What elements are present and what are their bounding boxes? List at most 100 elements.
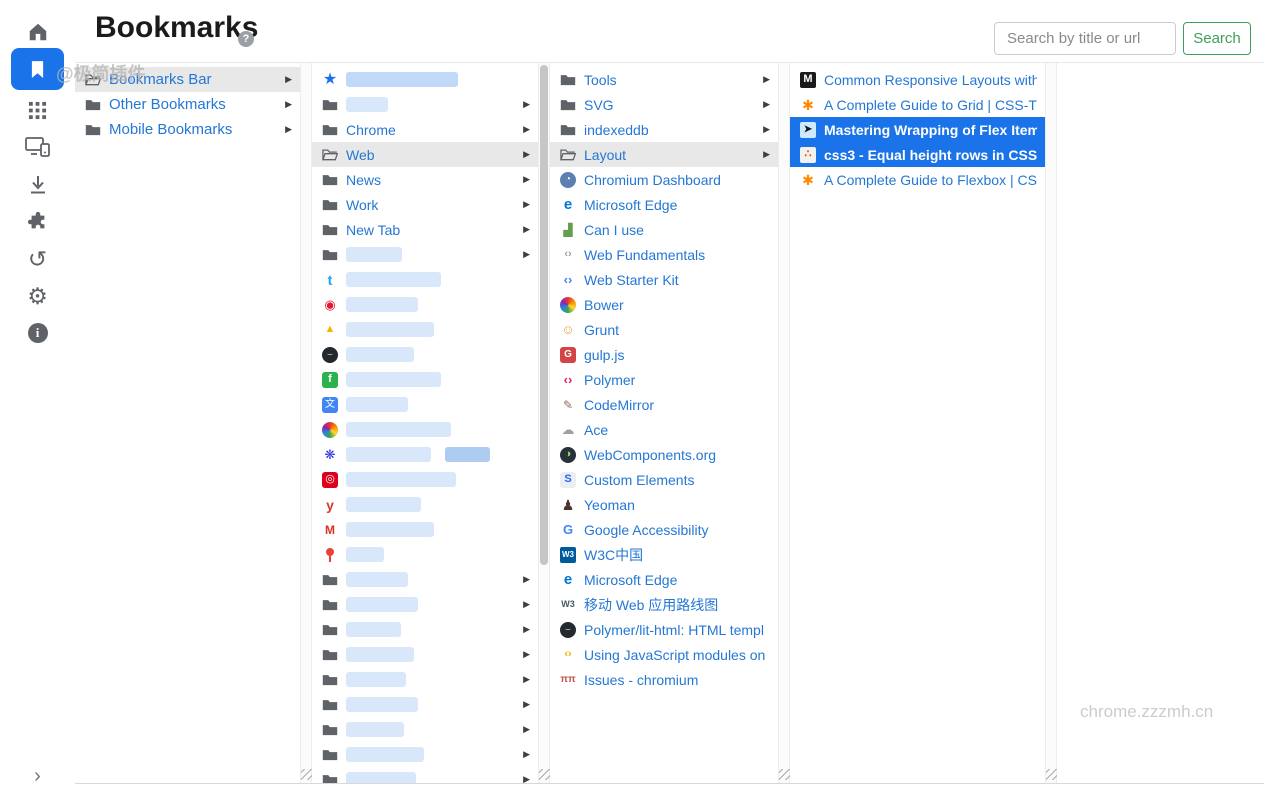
- bookmark-row[interactable]: ◎: [312, 467, 538, 492]
- resize-handle[interactable]: [779, 769, 790, 780]
- history-icon[interactable]: ↺: [0, 241, 75, 277]
- bookmark-row[interactable]: ‹›Web Starter Kit: [550, 267, 778, 292]
- bookmark-row[interactable]: ⌣Polymer/lit-html: HTML templ: [550, 617, 778, 642]
- bookmark-row[interactable]: ▶: [312, 692, 538, 717]
- caniuse-icon: ▟: [560, 222, 576, 238]
- devices-icon[interactable]: [0, 129, 75, 165]
- bookmark-row[interactable]: Bower: [550, 292, 778, 317]
- sidebar: ↺ ⚙ i ›: [0, 0, 75, 800]
- folder-icon: [85, 122, 101, 138]
- bookmark-row[interactable]: ★: [312, 67, 538, 92]
- bookmark-row[interactable]: Bookmarks Bar▶: [75, 67, 300, 92]
- bookmark-row[interactable]: ▶: [312, 592, 538, 617]
- bookmark-row[interactable]: ◑WebComponents.org: [550, 442, 778, 467]
- bookmark-row[interactable]: W3移动 Web 应用路线图: [550, 592, 778, 617]
- bookmark-row[interactable]: ✱A Complete Guide to Flexbox | CS: [790, 167, 1045, 192]
- blurred-label: [346, 472, 456, 487]
- bookmark-row[interactable]: ▶: [312, 667, 538, 692]
- bookmarks-icon[interactable]: [11, 48, 64, 90]
- bookmark-label: Other Bookmarks: [109, 96, 226, 113]
- bookmark-row[interactable]: M: [312, 517, 538, 542]
- bookmark-row[interactable]: SVG▶: [550, 92, 778, 117]
- bookmark-row[interactable]: W3W3C中国: [550, 542, 778, 567]
- bookmark-row[interactable]: [312, 542, 538, 567]
- bookmark-row[interactable]: ▶: [312, 767, 538, 783]
- bookmark-row[interactable]: t: [312, 267, 538, 292]
- bookmark-row[interactable]: ▲: [312, 317, 538, 342]
- bookmark-row[interactable]: Chrome▶: [312, 117, 538, 142]
- bookmark-row[interactable]: ▶: [312, 642, 538, 667]
- bookmark-row[interactable]: indexeddb▶: [550, 117, 778, 142]
- folder-icon: [322, 172, 338, 188]
- bookmark-row[interactable]: ☁Ace: [550, 417, 778, 442]
- github-icon: ⌣: [560, 622, 576, 638]
- scrollbar-track[interactable]: [300, 63, 312, 783]
- blurred-label: [346, 597, 418, 612]
- bookmark-row[interactable]: ♟Yeoman: [550, 492, 778, 517]
- bookmark-row[interactable]: ◔Chromium Dashboard: [550, 167, 778, 192]
- scrollbar-track[interactable]: [1045, 63, 1057, 783]
- expand-arrow-icon: ▶: [523, 699, 530, 710]
- bookmark-row[interactable]: Work▶: [312, 192, 538, 217]
- bookmark-row[interactable]: New Tab▶: [312, 217, 538, 242]
- scrollbar-track[interactable]: [778, 63, 790, 783]
- expand-arrow-icon: ▶: [523, 174, 530, 185]
- bookmark-row[interactable]: ▶: [312, 567, 538, 592]
- bookmark-row[interactable]: y: [312, 492, 538, 517]
- bookmark-row[interactable]: Ggulp.js: [550, 342, 778, 367]
- extensions-puzzle-icon[interactable]: [0, 204, 75, 240]
- expand-arrow-icon: ▶: [523, 649, 530, 660]
- bookmark-row[interactable]: ❋: [312, 442, 538, 467]
- bookmark-row[interactable]: ✎CodeMirror: [550, 392, 778, 417]
- resize-handle[interactable]: [539, 769, 550, 780]
- search-button[interactable]: Search: [1183, 22, 1251, 55]
- bookmark-row[interactable]: ▟Can I use: [550, 217, 778, 242]
- bookmark-row[interactable]: eMicrosoft Edge: [550, 567, 778, 592]
- bookmark-row[interactable]: ⌣: [312, 342, 538, 367]
- scrollbar-thumb[interactable]: [540, 65, 548, 565]
- bookmark-row[interactable]: ▶: [312, 92, 538, 117]
- bookmark-row[interactable]: ‹›Polymer: [550, 367, 778, 392]
- info-icon[interactable]: i: [0, 315, 75, 351]
- home-icon[interactable]: [0, 14, 75, 50]
- resize-handle[interactable]: [1046, 769, 1057, 780]
- blurred-label: [346, 647, 414, 662]
- bookmark-row[interactable]: ‹›Using JavaScript modules on: [550, 642, 778, 667]
- bookmark-row[interactable]: GGoogle Accessibility: [550, 517, 778, 542]
- bookmark-row[interactable]: ▶: [312, 617, 538, 642]
- resize-handle[interactable]: [301, 769, 312, 780]
- bookmark-row[interactable]: ▶: [312, 742, 538, 767]
- bookmark-row[interactable]: ▶: [312, 242, 538, 267]
- bookmark-row[interactable]: Layout▶: [550, 142, 778, 167]
- bookmark-row[interactable]: Tools▶: [550, 67, 778, 92]
- bookmark-row[interactable]: ππIssues - chromium: [550, 667, 778, 692]
- apps-grid-icon[interactable]: [0, 92, 75, 128]
- star-icon: ★: [322, 72, 338, 88]
- bookmark-row[interactable]: ◉: [312, 292, 538, 317]
- bookmark-row[interactable]: [312, 417, 538, 442]
- settings-gear-icon[interactable]: ⚙: [0, 278, 75, 314]
- bookmark-row[interactable]: f: [312, 367, 538, 392]
- collapse-chevron-icon[interactable]: ›: [0, 758, 75, 794]
- bookmark-row[interactable]: ▶: [312, 717, 538, 742]
- bookmark-row[interactable]: Other Bookmarks▶: [75, 92, 300, 117]
- search-input[interactable]: [994, 22, 1176, 55]
- bookmark-label: Using JavaScript modules on: [584, 647, 765, 663]
- bookmark-row[interactable]: ➤Mastering Wrapping of Flex Items: [790, 117, 1045, 142]
- bookmark-row[interactable]: Web▶: [312, 142, 538, 167]
- bookmark-row[interactable]: MCommon Responsive Layouts with: [790, 67, 1045, 92]
- bookmark-row[interactable]: ✱A Complete Guide to Grid | CSS-T: [790, 92, 1045, 117]
- bookmark-label: Bower: [584, 297, 624, 313]
- download-icon[interactable]: [0, 167, 75, 203]
- bookmark-label: Common Responsive Layouts with: [824, 72, 1037, 88]
- bookmark-row[interactable]: SCustom Elements: [550, 467, 778, 492]
- bookmark-row[interactable]: ☺Grunt: [550, 317, 778, 342]
- bookmark-row[interactable]: ∴css3 - Equal height rows in CSS G: [790, 142, 1045, 167]
- bookmark-row[interactable]: Mobile Bookmarks▶: [75, 117, 300, 142]
- bookmark-row[interactable]: ‹›Web Fundamentals: [550, 242, 778, 267]
- bookmark-row[interactable]: eMicrosoft Edge: [550, 192, 778, 217]
- bookmark-row[interactable]: News▶: [312, 167, 538, 192]
- scrollbar-track[interactable]: [538, 63, 550, 783]
- bookmark-row[interactable]: 文: [312, 392, 538, 417]
- help-icon[interactable]: ?: [238, 31, 254, 47]
